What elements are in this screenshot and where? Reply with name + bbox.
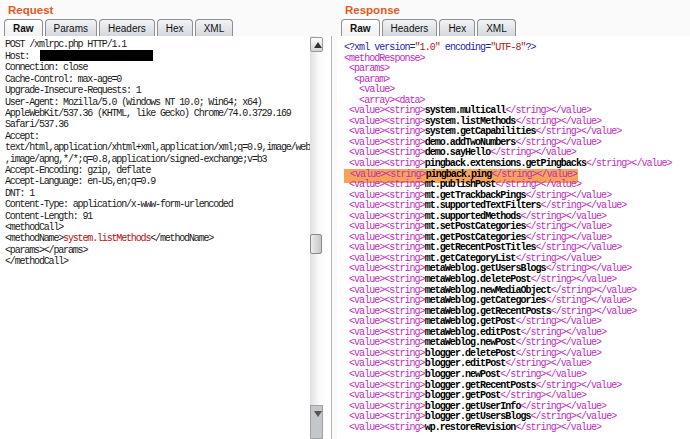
request-raw-text: POST /xmlrpc.php HTTP/1.1Host: Connectio… (5, 39, 315, 268)
request-line: Host: (5, 50, 315, 62)
request-line: User-Agent: Mozilla/5.0 (Windows NT 10.0… (5, 97, 315, 108)
request-line: AppleWebKit/537.36 (KHTML, like Gecko) C… (5, 108, 315, 119)
down-arrow-icon (314, 411, 322, 417)
request-line: Accept-Encoding: gzip, deflate (5, 165, 315, 176)
request-line: Accept: (5, 131, 315, 142)
scroll-down-button[interactable] (310, 405, 323, 439)
scroll-thumb[interactable] (310, 234, 322, 254)
redacted-host-value (40, 50, 153, 61)
request-panel-title: Request (0, 0, 332, 19)
request-line: Safari/537.36 (5, 119, 315, 130)
request-line: Content-Type: application/x-www-form-url… (5, 199, 315, 210)
up-arrow-icon (314, 42, 322, 48)
request-scrollbar[interactable] (310, 36, 324, 439)
response-raw-text: <?xml version="1.0" encoding="UTF-8"?><m… (344, 43, 672, 433)
response-panel: Response RawHeadersHexXML <?xml version=… (337, 0, 690, 439)
response-viewer[interactable]: <?xml version="1.0" encoding="UTF-8"?><m… (337, 36, 690, 439)
request-line: <params></params> (5, 245, 315, 256)
request-line: </methodCall> (5, 256, 315, 267)
request-line: <methodCall> (5, 222, 315, 233)
request-line: Accept-Language: en-US,en;q=0.9 (5, 176, 315, 187)
request-editor[interactable]: POST /xmlrpc.php HTTP/1.1Host: Connectio… (0, 36, 332, 439)
scroll-up-button[interactable] (310, 37, 323, 52)
request-line: text/html,application/xhtml+xml,applicat… (5, 142, 315, 153)
request-line: Cache-Control: max-age=0 (5, 74, 315, 85)
request-line: ,image/apng,*/*;q=0.8,application/signed… (5, 154, 315, 165)
request-panel: Request RawParamsHeadersHexXML POST /xml… (0, 0, 332, 439)
xml-open-tag-line: <methodResponse> (344, 54, 672, 65)
request-line: Content-Length: 91 (5, 211, 315, 222)
request-line: <methodName>system.listMethods</methodNa… (5, 233, 315, 244)
request-line: Connection: close (5, 62, 315, 73)
xml-open-tag-line: <params> (344, 64, 672, 75)
request-line: POST /xmlrpc.php HTTP/1.1 (5, 39, 315, 50)
request-line: Upgrade-Insecure-Requests: 1 (5, 85, 315, 96)
xml-method-line: <value><string>wp.restoreRevision</strin… (344, 423, 672, 434)
response-panel-title: Response (337, 0, 690, 19)
request-line: DNT: 1 (5, 188, 315, 199)
